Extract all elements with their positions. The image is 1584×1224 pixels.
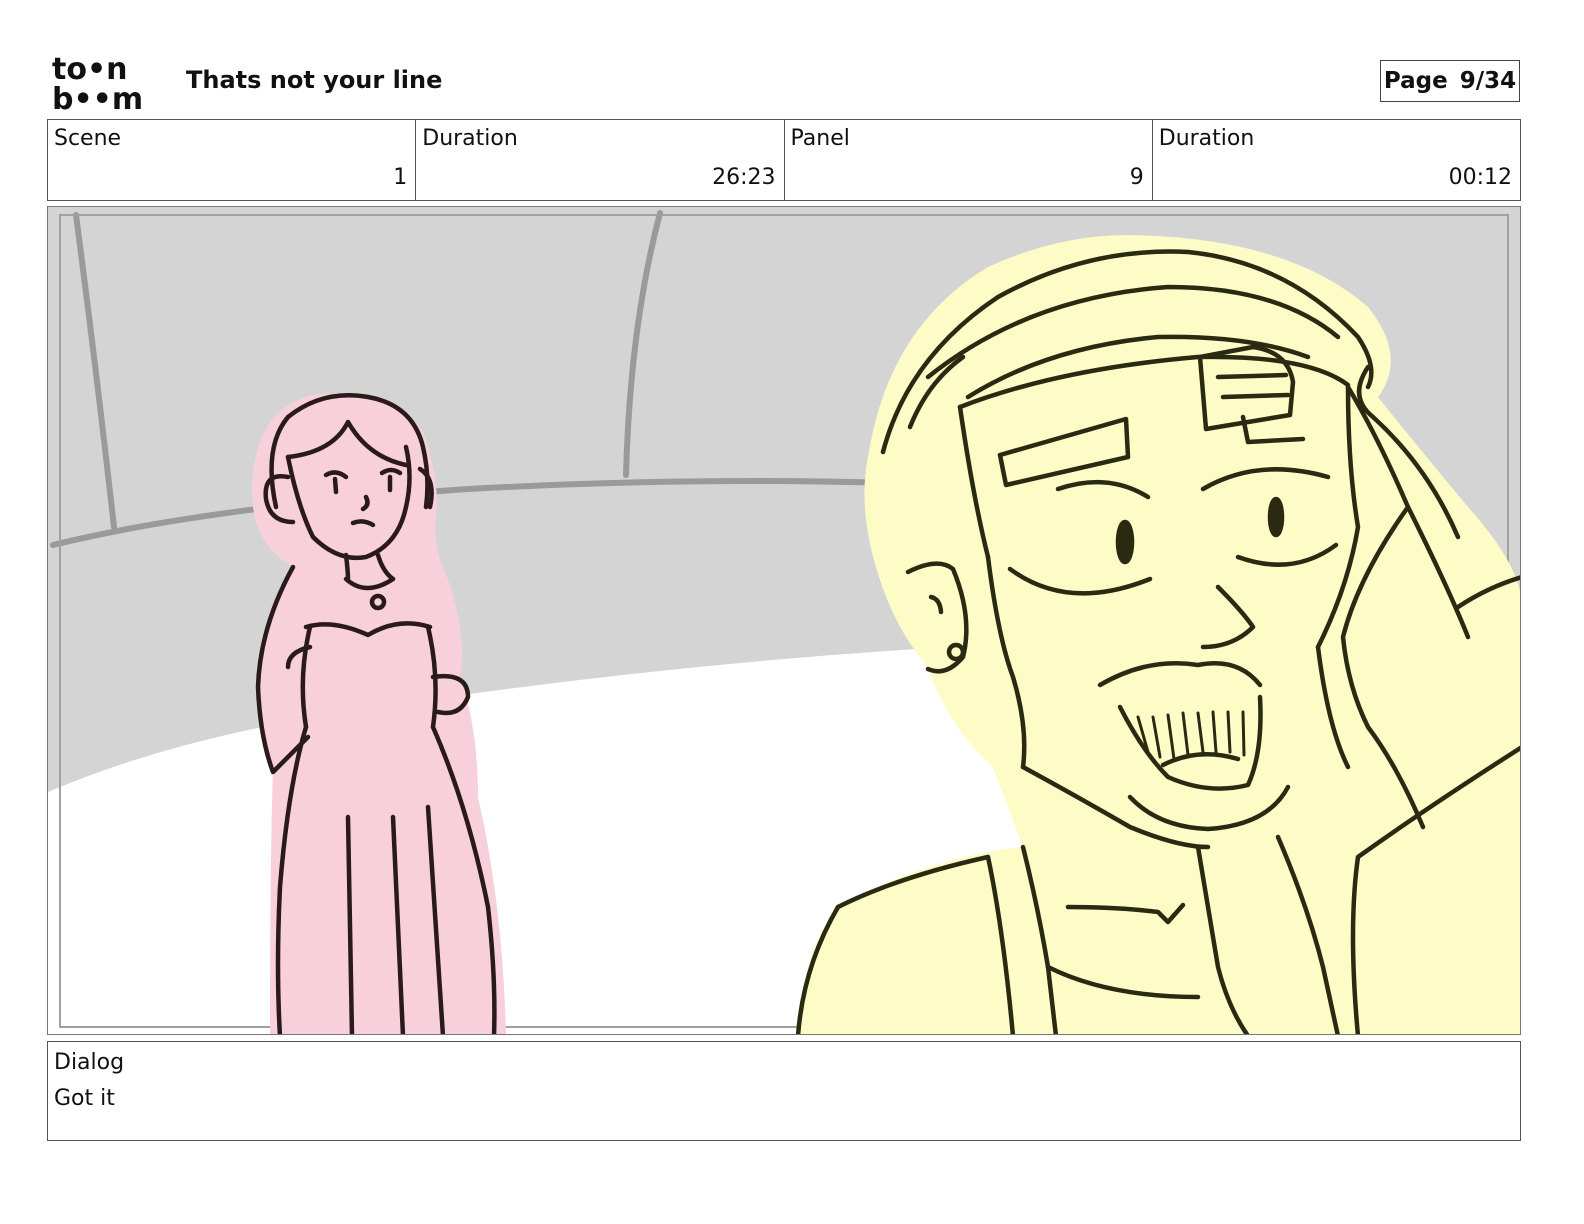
- scene-cell: Scene 1: [48, 120, 417, 200]
- page-indicator: Page 9/34: [1380, 60, 1520, 102]
- scene-duration-value: 26:23: [712, 165, 776, 190]
- dialog-label: Dialog: [54, 1050, 125, 1075]
- dialog-box: Dialog Got it: [47, 1041, 1521, 1141]
- dialog-text: Got it: [54, 1086, 115, 1111]
- scene-label: Scene: [54, 126, 122, 151]
- panel-duration-value: 00:12: [1448, 165, 1512, 190]
- scene-duration-cell: Duration 26:23: [416, 120, 785, 200]
- storyboard-panel: [47, 206, 1521, 1035]
- toonboom-logo: to•n b••m: [52, 52, 143, 112]
- panel-drawing: [48, 207, 1520, 1034]
- document-title: Thats not your line: [186, 66, 443, 94]
- scene-value: 1: [393, 165, 408, 190]
- panel-duration-cell: Duration 00:12: [1153, 120, 1520, 200]
- panel-cell: Panel 9: [785, 120, 1153, 200]
- panel-value: 9: [1129, 165, 1144, 190]
- panel-duration-label: Duration: [1158, 126, 1255, 151]
- scene-duration-label: Duration: [422, 126, 518, 151]
- panel-label: Panel: [790, 126, 850, 151]
- scene-info-table: Scene 1 Duration 26:23 Panel 9 Duration …: [47, 119, 1521, 201]
- page-label: Page: [1383, 68, 1448, 94]
- logo-text-bottom: b••m: [52, 82, 143, 112]
- page-number: 9/34: [1459, 68, 1517, 94]
